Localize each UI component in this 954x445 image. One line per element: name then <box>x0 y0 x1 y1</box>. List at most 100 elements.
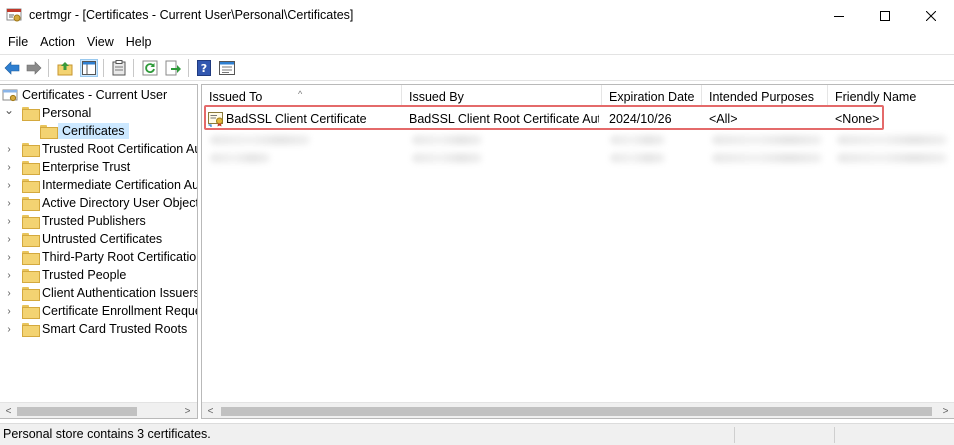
tree-item[interactable]: › Trusted People <box>4 266 126 284</box>
tree-item[interactable]: Certificates <box>40 122 129 140</box>
tree-item-label: Trusted Root Certification Au <box>42 142 198 156</box>
chevron-right-icon[interactable]: › <box>4 320 14 338</box>
chevron-right-icon[interactable]: › <box>4 140 14 158</box>
column-header-issued-by-label: Issued By <box>409 90 464 104</box>
tree-item[interactable]: › Trusted Root Certification Au <box>4 140 198 158</box>
svg-text:?: ? <box>201 62 207 75</box>
refresh-button[interactable] <box>141 59 159 77</box>
status-divider <box>834 427 835 443</box>
chevron-right-icon[interactable]: › <box>4 302 14 320</box>
tree-horizontal-scrollbar[interactable]: < > <box>0 402 197 418</box>
folder-icon <box>22 197 40 211</box>
folder-icon <box>22 143 40 157</box>
scroll-left-icon[interactable]: < <box>202 403 219 418</box>
chevron-right-icon[interactable]: › <box>4 230 14 248</box>
menu-bar: File Action View Help <box>0 32 954 52</box>
scroll-right-icon[interactable]: > <box>179 403 196 418</box>
certmgr-app-icon <box>6 8 22 22</box>
folder-icon <box>40 125 58 139</box>
folder-icon <box>22 233 40 247</box>
column-header-issued-to[interactable]: Issued To ^ <box>202 85 402 107</box>
status-divider <box>734 427 735 443</box>
tree-item[interactable]: › Client Authentication Issuers <box>4 284 198 302</box>
tree-item-label: Trusted Publishers <box>42 214 146 228</box>
properties-button[interactable] <box>218 59 236 77</box>
tree-item[interactable]: ⌄ Personal <box>4 101 91 122</box>
tree-scroll-thumb[interactable] <box>17 407 137 416</box>
tree-item[interactable]: › Untrusted Certificates <box>4 230 162 248</box>
tree-item-label: Third-Party Root Certification <box>42 250 198 264</box>
tree-item-label: Enterprise Trust <box>42 160 131 174</box>
export-icon <box>165 60 181 76</box>
folder-icon <box>22 107 40 121</box>
chevron-right-icon[interactable]: › <box>4 266 14 284</box>
close-icon <box>926 11 936 21</box>
window-title: certmgr - [Certificates - Current User\P… <box>29 8 354 22</box>
copy-button[interactable] <box>110 59 128 77</box>
tree-item-label: Intermediate Certification Au <box>42 178 198 192</box>
menu-file[interactable]: File <box>0 32 34 52</box>
back-button[interactable] <box>3 59 21 77</box>
close-button[interactable] <box>908 0 954 32</box>
chevron-right-icon[interactable]: › <box>4 176 14 194</box>
tree-item[interactable]: › Intermediate Certification Au <box>4 176 198 194</box>
tree-item-label: Client Authentication Issuers <box>42 286 198 300</box>
tree-item[interactable]: › Enterprise Trust <box>4 158 130 176</box>
folder-icon <box>22 323 40 337</box>
help-book-icon: ? <box>197 60 211 76</box>
chevron-right-icon[interactable]: › <box>4 212 14 230</box>
tree-item-label: Certificate Enrollment Reques <box>42 304 198 318</box>
folder-up-icon <box>57 62 73 76</box>
folder-icon <box>22 161 40 175</box>
list-horizontal-scrollbar[interactable]: < > <box>202 402 954 418</box>
folder-icon <box>22 251 40 265</box>
status-bar: Personal store contains 3 certificates. <box>0 423 954 445</box>
list-scroll-thumb[interactable] <box>221 407 932 416</box>
tree-item-label: Certificates <box>58 123 129 139</box>
column-header-friendly-name[interactable]: Friendly Name <box>828 85 954 107</box>
help-button[interactable]: ? <box>195 59 213 77</box>
chevron-right-icon[interactable]: › <box>4 284 14 302</box>
folder-icon <box>22 287 40 301</box>
redacted-cell <box>412 135 482 145</box>
chevron-down-icon[interactable]: ⌄ <box>4 101 14 119</box>
tree-item[interactable]: › Active Directory User Object <box>4 194 197 212</box>
tree-item[interactable]: › Third-Party Root Certification <box>4 248 198 266</box>
column-header-friendly-label: Friendly Name <box>835 90 917 104</box>
column-header-expiration-label: Expiration Date <box>609 90 695 104</box>
redacted-cell <box>210 153 270 163</box>
forward-arrow-icon <box>26 61 42 75</box>
menu-action[interactable]: Action <box>34 32 81 52</box>
tree-item[interactable]: › Certificate Enrollment Reques <box>4 302 198 320</box>
tree-item[interactable]: › Smart Card Trusted Roots <box>4 320 187 338</box>
scroll-right-icon[interactable]: > <box>937 403 954 418</box>
tree-root[interactable]: Certificates - Current User <box>2 86 167 104</box>
back-arrow-icon <box>4 61 20 75</box>
tree-item[interactable]: › Trusted Publishers <box>4 212 146 230</box>
maximize-button[interactable] <box>862 0 908 32</box>
redacted-cell <box>712 153 822 163</box>
show-hide-tree-button[interactable] <box>80 59 98 77</box>
scroll-left-icon[interactable]: < <box>0 403 17 418</box>
chevron-right-icon[interactable]: › <box>4 248 14 266</box>
column-header-intended-purposes[interactable]: Intended Purposes <box>702 85 828 107</box>
column-header-issued-by[interactable]: Issued By <box>402 85 602 107</box>
status-text: Personal store contains 3 certificates. <box>3 427 211 441</box>
column-header-purposes-label: Intended Purposes <box>709 90 814 104</box>
menu-view[interactable]: View <box>81 32 120 52</box>
forward-button[interactable] <box>25 59 43 77</box>
chevron-right-icon[interactable]: › <box>4 194 14 212</box>
minimize-icon <box>834 16 844 17</box>
column-header-expiration-date[interactable]: Expiration Date <box>602 85 702 107</box>
export-list-button[interactable] <box>164 59 182 77</box>
menu-help[interactable]: Help <box>120 32 158 52</box>
chevron-right-icon[interactable]: › <box>4 158 14 176</box>
toolbar: ? <box>0 54 954 81</box>
selected-row-highlight <box>204 105 884 130</box>
redacted-cell <box>610 153 665 163</box>
refresh-icon <box>142 60 158 76</box>
tree-item-label: Smart Card Trusted Roots <box>42 322 188 336</box>
clipboard-icon <box>112 60 126 76</box>
minimize-button[interactable] <box>816 0 862 32</box>
up-level-button[interactable] <box>56 59 74 77</box>
